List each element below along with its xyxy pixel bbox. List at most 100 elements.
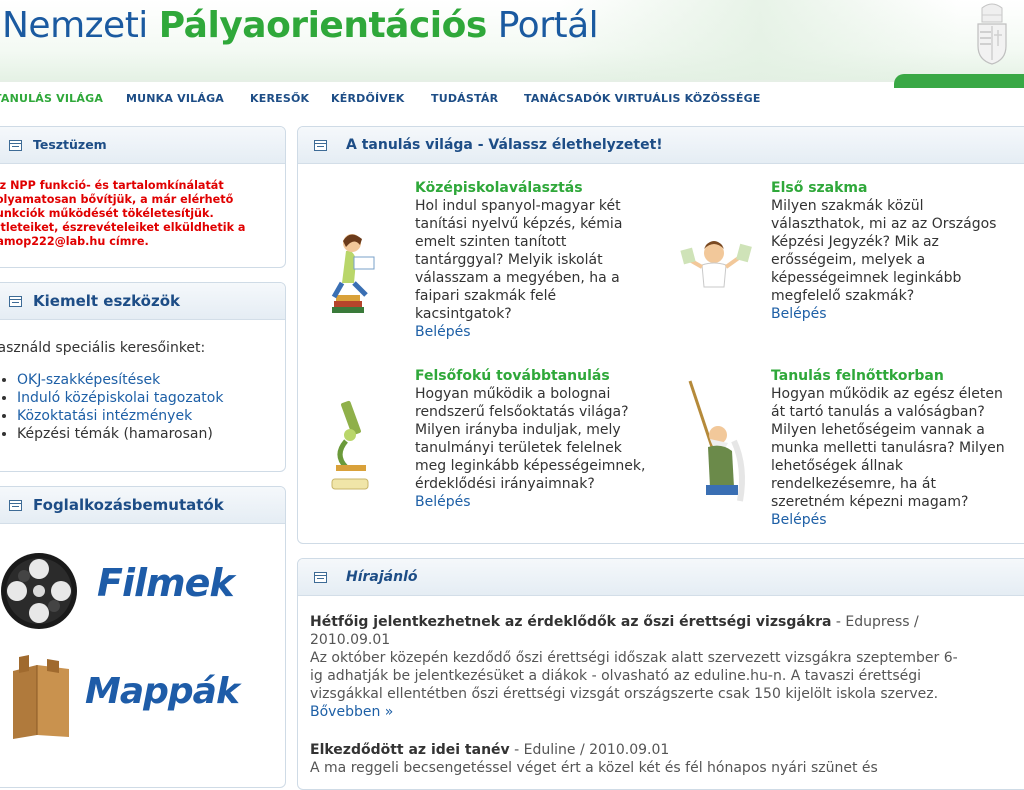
section-line: Milyen szakmák közül (771, 198, 924, 214)
main-nav: TANULÁS VILÁGA MUNKA VILÁGA KERESŐK KÉRD… (0, 88, 1024, 112)
section-kozepiskola-enter-link[interactable]: Belépés (415, 323, 675, 341)
section-line: át tartó tanulás a valóságban? (771, 404, 985, 420)
news-header: Hírajánló (298, 559, 1024, 596)
tagozatok-link[interactable]: Induló középiskolai tagozatok (17, 390, 223, 406)
panel-icon (314, 140, 327, 151)
first-job-boy-icon (680, 241, 752, 288)
nav-tudastar[interactable]: TUDÁSTÁR (431, 92, 498, 105)
section-line: kacsintgatok? (415, 306, 512, 322)
section-elso-szakma-enter-link[interactable]: Belépés (771, 305, 1024, 323)
learning-world-header: A tanulás világa - Válassz élethelyzetet… (298, 127, 1024, 164)
test-mode-panel: Tesztüzem Az NPP funkció- és tartalomkín… (0, 126, 286, 268)
news-item-body-line: A ma reggeli becsengetéssel véget ért a … (310, 760, 878, 776)
logo-word-2: Pályaorientációs (158, 5, 488, 46)
section-line: lehetőségek állnak (771, 458, 903, 474)
films-label: Filmek (97, 561, 235, 605)
notice-line: Ötleteiket, észrevételeiket elküldhetik … (0, 221, 246, 234)
test-mode-header: Tesztüzem (0, 127, 285, 164)
notice-line: folyamatosan bővítjük, a már elérhető (0, 193, 234, 206)
section-line: érdeklődési irányaimnak? (415, 476, 595, 492)
notice-line: Az NPP funkció- és tartalomkínálatát (0, 179, 224, 192)
test-mode-notice: Az NPP funkció- és tartalomkínálatát fol… (0, 179, 281, 249)
reading-girl-icon (331, 234, 375, 313)
microscope-icon (331, 400, 369, 490)
tools-list: OKJ-szakképesítések Induló középiskolai … (0, 371, 223, 443)
section-line: erősségeim, melyek a (771, 252, 926, 268)
section-felnottkor-enter-link[interactable]: Belépés (771, 511, 1024, 529)
panel-icon (9, 500, 22, 511)
section-line: választhatok, mi az az Országos (771, 216, 997, 232)
site-header: Nemzeti Pályaorientációs Portál (0, 0, 1024, 82)
news-item-source: - Edupress / (831, 614, 919, 630)
old-man-scroll-icon (688, 380, 745, 502)
section-line: válasszam a megyében, ha a (415, 270, 620, 286)
section-felnottkor-title[interactable]: Tanulás felnőttkorban (771, 367, 1024, 385)
tools-list-item: Induló középiskolai tagozatok (17, 389, 223, 407)
section-line: Képzési Jegyzék? Mik az (771, 234, 939, 250)
section-line: rendelkezésemre, ha át (771, 476, 936, 492)
test-mode-title: Tesztüzem (33, 137, 107, 152)
news-item: Hétfőig jelentkezhetnek az érdeklődők az… (310, 613, 1020, 721)
section-kozepiskola-title[interactable]: Középiskolaválasztás (415, 179, 675, 197)
jobs-panel: Foglalkozásbemutatók Filmek Mappák (0, 486, 286, 788)
intezmenyek-link[interactable]: Közoktatási intézmények (17, 408, 192, 424)
notice-line: tamop222@lab.hu címre. (0, 235, 149, 248)
nav-tanulas-vilaga[interactable]: TANULÁS VILÁGA (0, 92, 103, 105)
news-item-date: 2010.09.01 (310, 632, 391, 648)
nav-tanacsadok[interactable]: TANÁCSADÓK VIRTUÁLIS KÖZÖSSÉGE (524, 92, 761, 105)
news-title: Hírajánló (346, 569, 418, 585)
learning-world-title: A tanulás világa - Válassz élethelyzetet… (346, 137, 663, 153)
news-item-title[interactable]: Elkezdődött az idei tanév (310, 742, 510, 758)
logo-word-1: Nemzeti (2, 5, 148, 46)
tools-panel: Kiemelt eszközök Használd speciális kere… (0, 282, 286, 472)
site-logo[interactable]: Nemzeti Pályaorientációs Portál (2, 2, 599, 50)
section-line: megfelelő szakmák? (771, 288, 915, 304)
section-line: meg leginkább képességeimnek, (415, 458, 646, 474)
section-elso-szakma-title[interactable]: Első szakma (771, 179, 1024, 197)
nav-munka-vilaga[interactable]: MUNKA VILÁGA (126, 92, 224, 105)
header-decoration (560, 0, 960, 82)
section-line: Hol indul spanyol-magyar két (415, 198, 621, 214)
section-line: munka melletti tanulásra? Milyen (771, 440, 1005, 456)
panel-icon (9, 140, 22, 151)
nav-keresok[interactable]: KERESŐK (250, 92, 309, 105)
section-line: Milyen lehetőségeim vannak a (771, 422, 985, 438)
news-item-body-line: Az október közepén kezdődő őszi érettség… (310, 650, 958, 666)
news-item-body-line: ig adhatják be jelentkezésüket a diákok … (310, 668, 921, 684)
section-line: Hogyan működik az egész életen (771, 386, 1003, 402)
section-line: tanulmányi területek felelnek (415, 440, 622, 456)
section-line: szeretném képezni magam? (771, 494, 969, 510)
nav-kerdoivek[interactable]: KÉRDŐÍVEK (331, 92, 404, 105)
jobs-header: Foglalkozásbemutatók (0, 487, 285, 524)
section-line: faipari szakmák felé (415, 288, 557, 304)
section-elso-szakma: Első szakma Milyen szakmák közül választ… (771, 179, 1024, 323)
tools-title: Kiemelt eszközök (33, 292, 180, 310)
coat-of-arms-icon (977, 3, 1007, 65)
tools-list-item: Közoktatási intézmények (17, 407, 223, 425)
folders-link[interactable]: Mappák (0, 647, 283, 747)
folders-label: Mappák (85, 671, 240, 712)
section-felnottkor: Tanulás felnőttkorban Hogyan működik az … (771, 367, 1024, 529)
news-item: Elkezdődött az idei tanév - Eduline / 20… (310, 741, 1020, 777)
section-felsofoku-title[interactable]: Felsőfokú továbbtanulás (415, 367, 675, 385)
panel-icon (314, 572, 327, 583)
section-felsofoku-enter-link[interactable]: Belépés (415, 493, 675, 511)
tools-list-item: Képzési témák (hamarosan) (17, 425, 223, 443)
news-item-title[interactable]: Hétfőig jelentkezhetnek az érdeklődők az… (310, 614, 831, 630)
tools-list-item: OKJ-szakképesítések (17, 371, 223, 389)
films-link[interactable]: Filmek (0, 547, 283, 637)
panel-icon (9, 296, 22, 307)
tools-intro: Használd speciális keresőinket: (0, 340, 206, 356)
news-item-source: - Eduline / 2010.09.01 (509, 742, 670, 758)
section-felsofoku: Felsőfokú továbbtanulás Hogyan működik a… (415, 367, 675, 511)
folders-icon (13, 655, 69, 739)
logo-word-3: Portál (497, 5, 599, 46)
film-reel-icon (1, 553, 77, 629)
jobs-title: Foglalkozásbemutatók (33, 496, 224, 514)
news-item-more-link[interactable]: Bővebben » (310, 703, 1020, 721)
news-item-body-line: vizsgákkal ellentétben őszi érettségi vi… (310, 686, 939, 702)
news-panel: Hírajánló Hétfőig jelentkezhetnek az érd… (297, 558, 1024, 790)
okj-link[interactable]: OKJ-szakképesítések (17, 372, 160, 388)
section-line: rendszerű felsőoktatás világa? (415, 404, 629, 420)
tools-header: Kiemelt eszközök (0, 283, 285, 320)
